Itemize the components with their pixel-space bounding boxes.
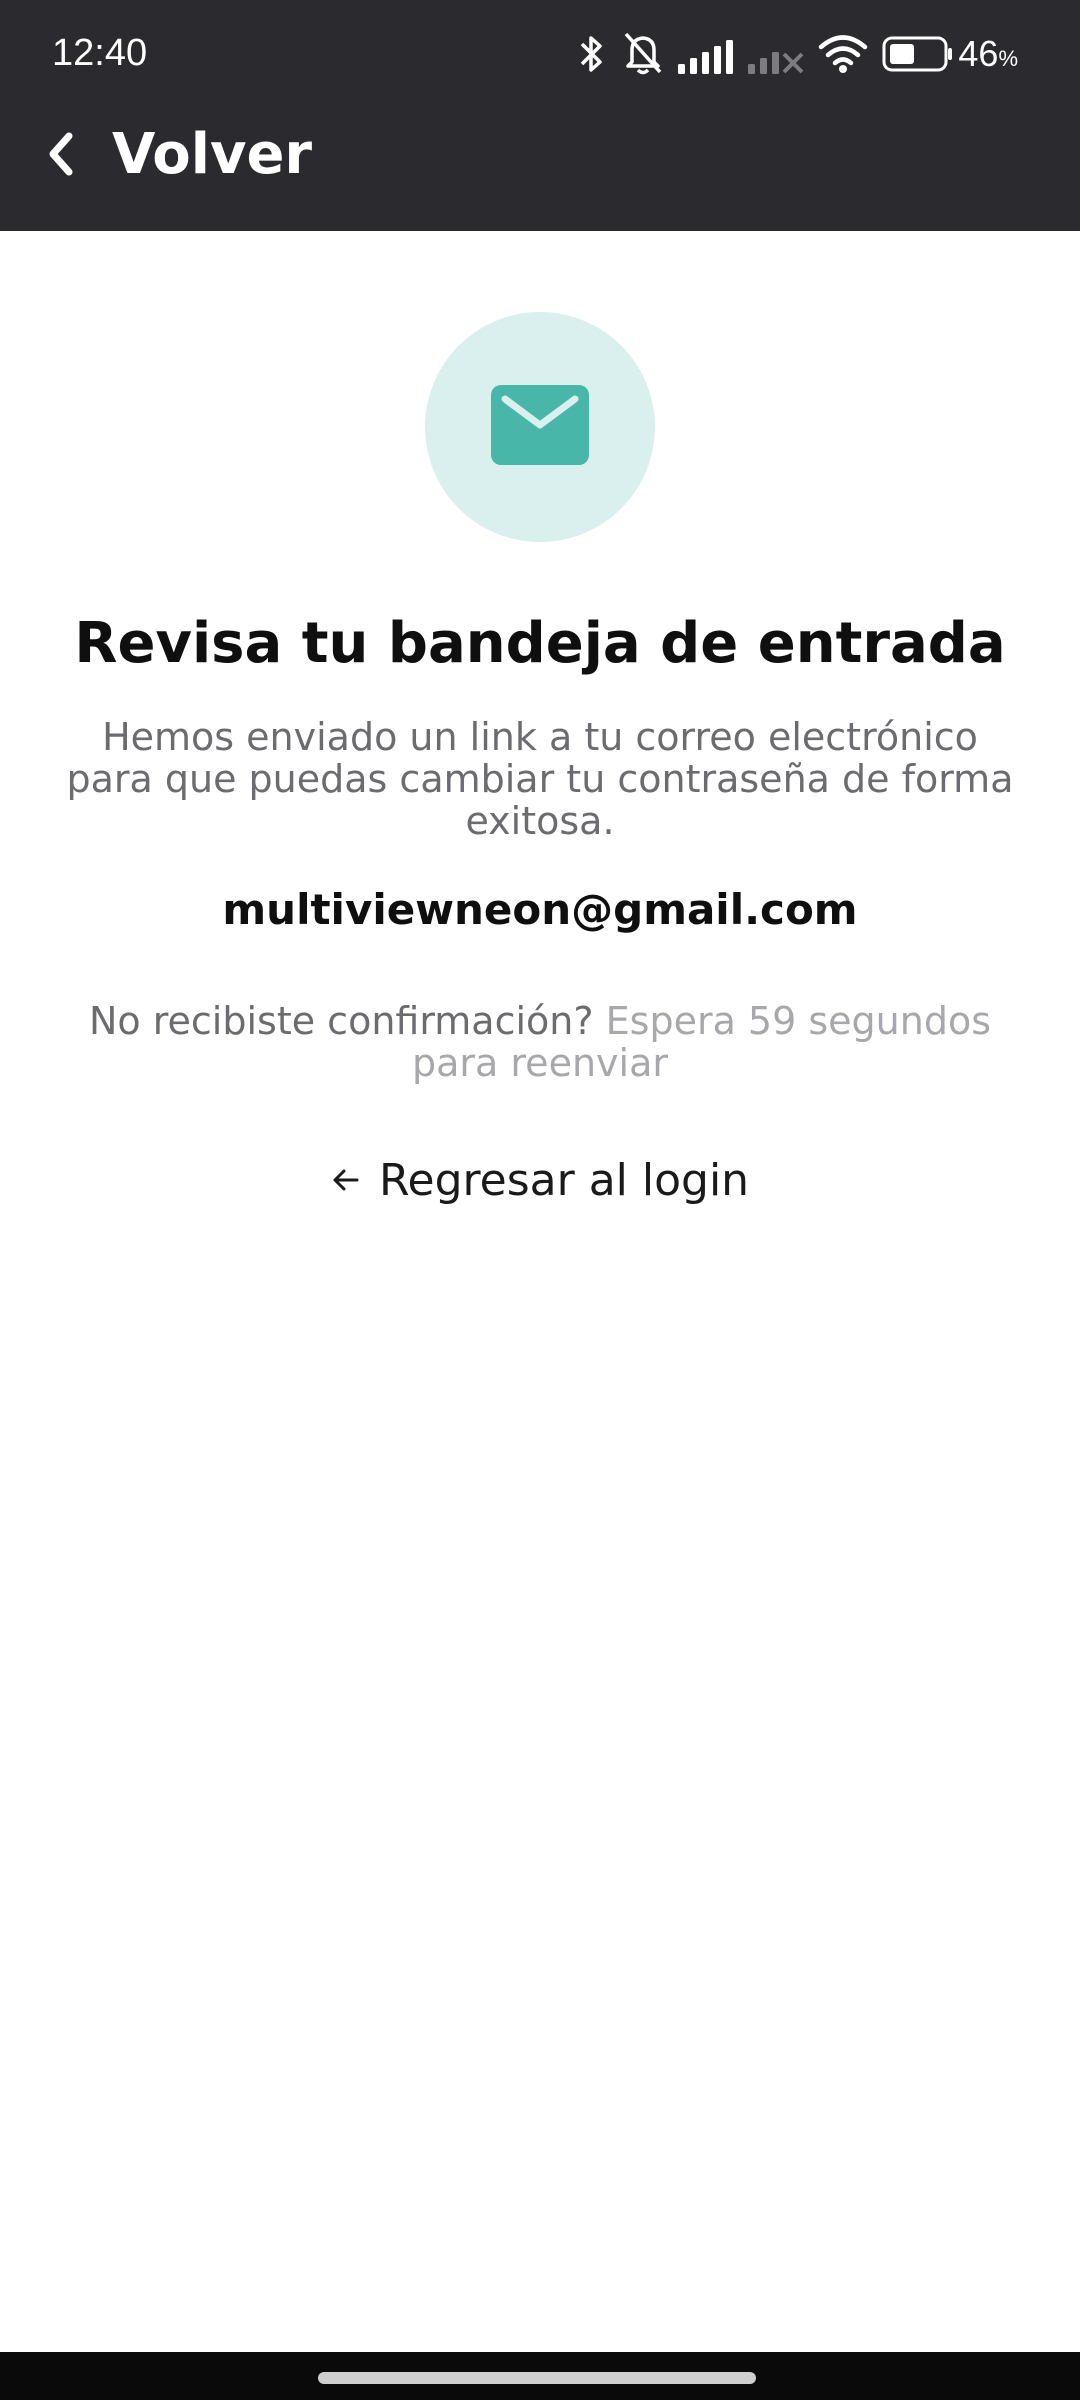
back-label: Volver (112, 121, 313, 187)
mail-icon-badge (425, 312, 655, 542)
email-address: multiviewneon@gmail.com (222, 885, 858, 934)
arrow-left-icon (333, 1169, 359, 1191)
back-to-login-link[interactable]: Regresar al login (320, 1148, 760, 1212)
battery-percent: 46% (958, 33, 1018, 74)
mail-icon (491, 385, 589, 465)
description-text: Hemos enviado un link a tu correo electr… (66, 715, 1014, 843)
back-button[interactable]: Volver (36, 114, 332, 194)
app-bar: Volver (0, 106, 1080, 231)
status-time: 12:40 (52, 32, 148, 74)
status-icons: 46% (578, 26, 1018, 82)
back-to-login-label: Regresar al login (378, 1154, 750, 1206)
page-title: Revisa tu bandeja de entrada (74, 611, 1006, 676)
battery-icon (882, 36, 952, 72)
system-nav-bar (0, 2352, 1080, 2400)
wifi-icon (818, 35, 868, 73)
home-indicator[interactable] (318, 2372, 756, 2384)
signal-no-service-icon (748, 52, 804, 74)
signal-icon (678, 40, 733, 74)
resend-info: No recibiste confirmación? Espera 59 seg… (60, 1000, 1020, 1084)
status-bar: 12:40 46% (0, 0, 1080, 106)
bluetooth-icon (580, 36, 602, 72)
resend-question: No recibiste confirmación? (88, 999, 594, 1043)
bell-off-icon (624, 32, 662, 75)
chevron-left-icon (49, 132, 73, 176)
